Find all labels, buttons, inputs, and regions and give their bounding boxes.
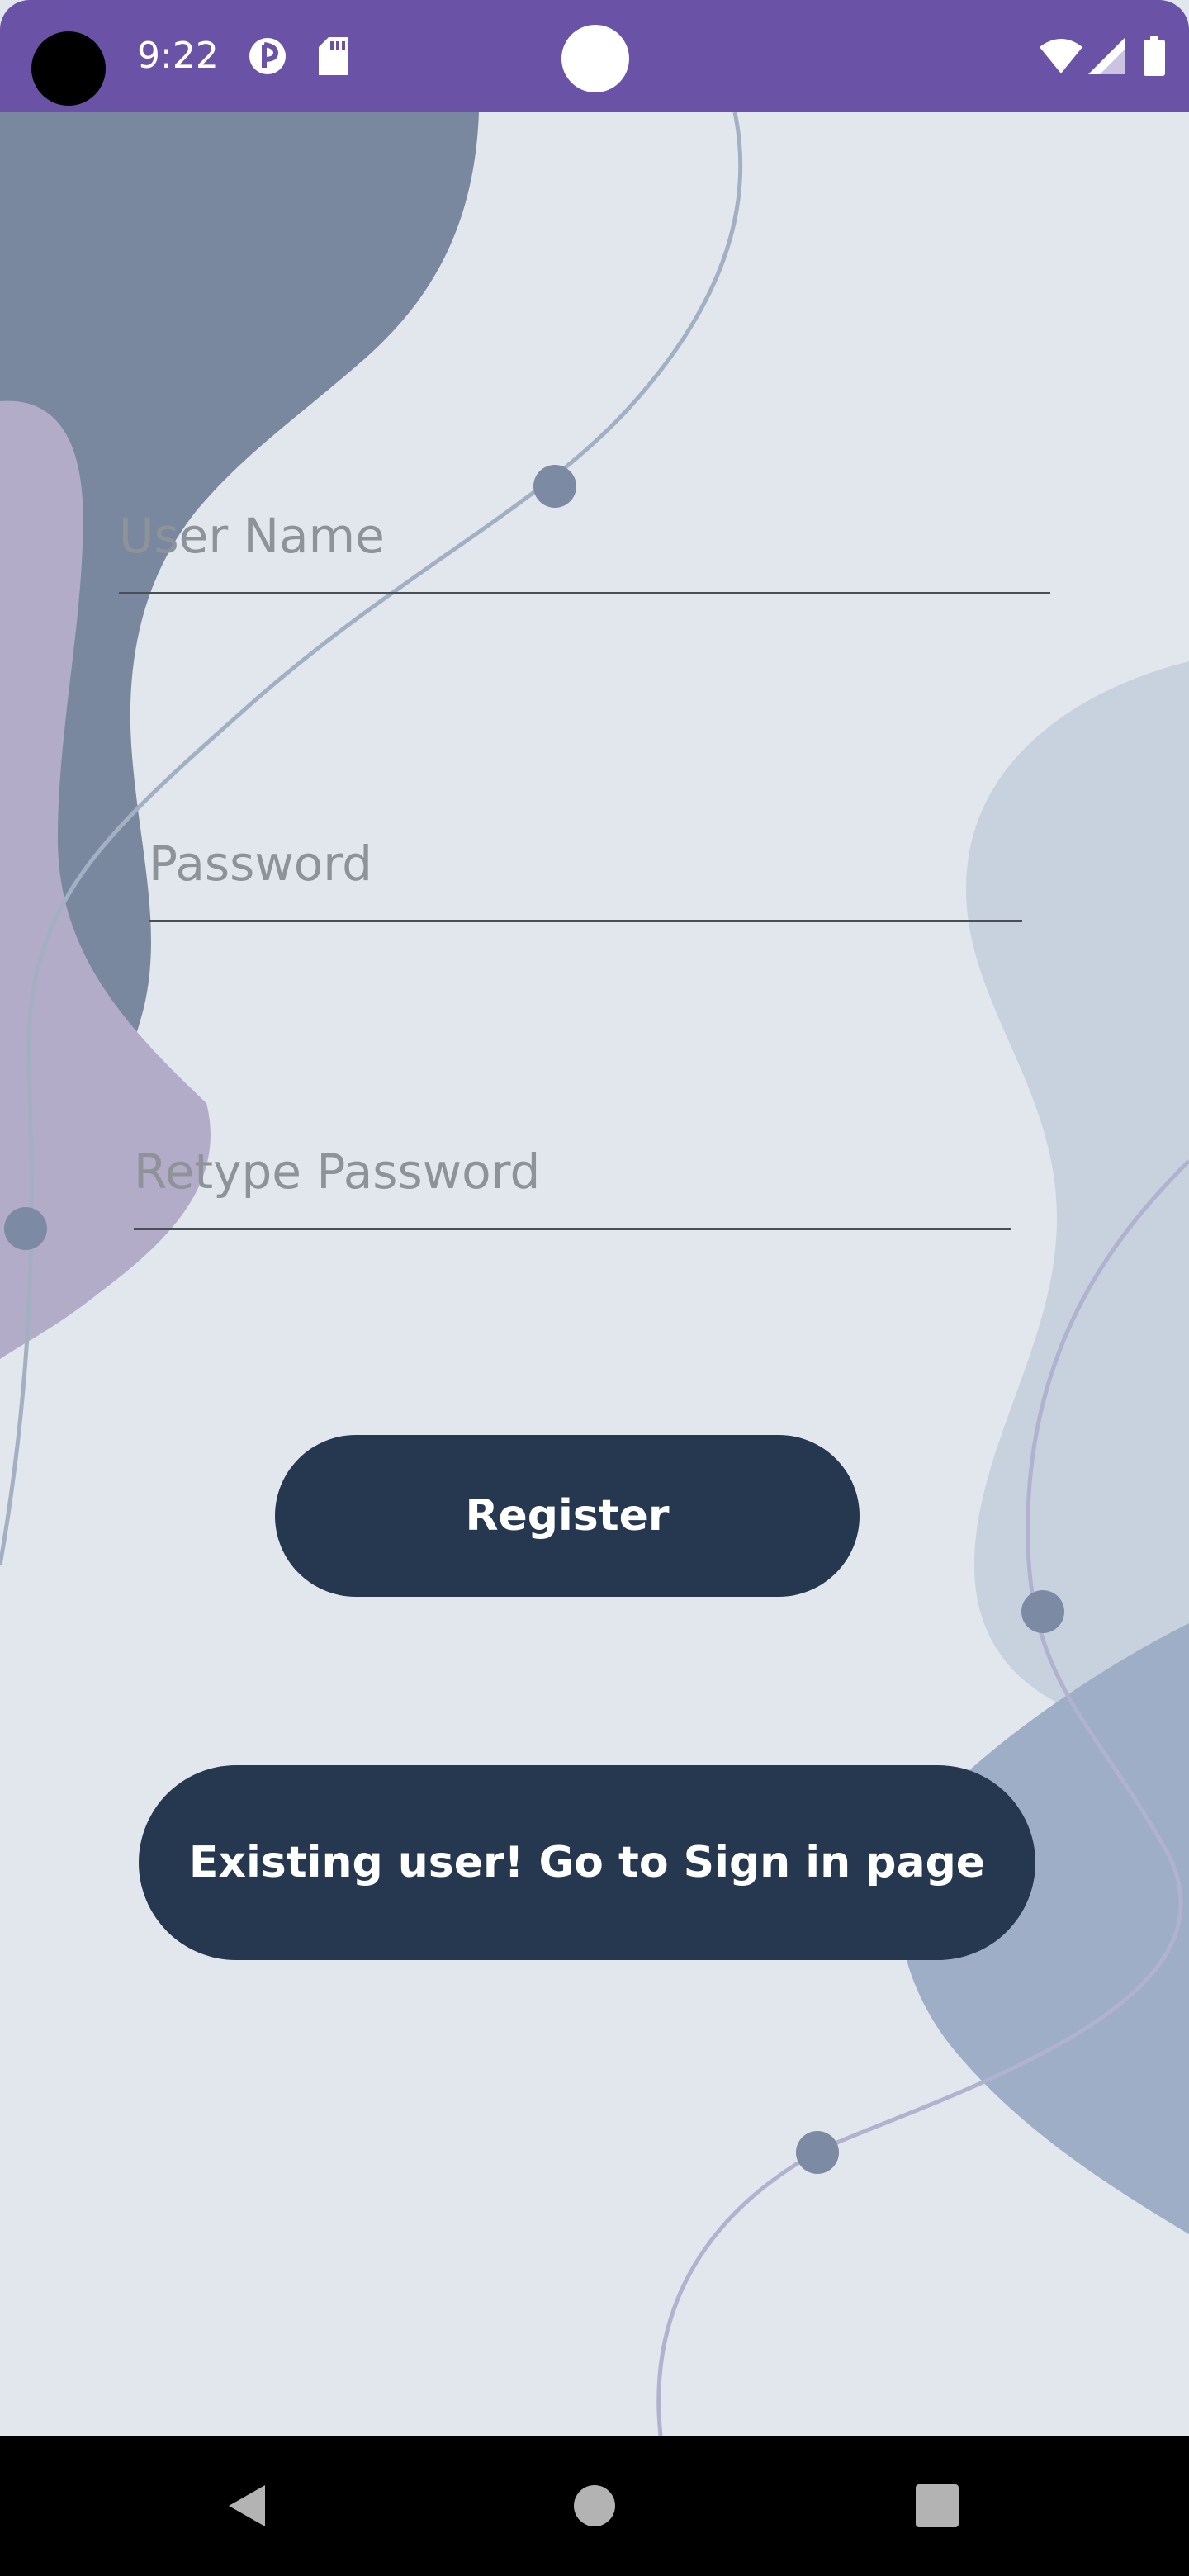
sd-card-icon	[317, 35, 350, 78]
status-time: 9:22	[137, 35, 219, 77]
password-placeholder: Password	[149, 836, 372, 892]
background-dot-3	[1021, 1590, 1064, 1633]
background-dot-4	[796, 2131, 839, 2174]
data-saver-icon	[248, 35, 287, 78]
background-dot-2	[4, 1207, 47, 1250]
username-field[interactable]: User Name	[119, 462, 1050, 594]
battery-icon	[1143, 35, 1166, 78]
register-button[interactable]: Register	[275, 1435, 860, 1597]
recents-icon	[916, 2484, 959, 2527]
home-button[interactable]	[528, 2436, 661, 2576]
camera-cutout	[31, 31, 106, 106]
recents-button[interactable]	[871, 2436, 1003, 2576]
status-bar: 9:22	[0, 0, 1189, 112]
back-button[interactable]	[182, 2436, 314, 2576]
back-icon	[229, 2485, 265, 2526]
notification-dot	[561, 25, 629, 92]
username-placeholder: User Name	[119, 508, 385, 564]
retype-password-placeholder: Retype Password	[134, 1144, 541, 1200]
home-icon	[574, 2485, 615, 2526]
retype-password-field[interactable]: Retype Password	[134, 1098, 1011, 1230]
signal-icon	[1088, 35, 1125, 78]
navigation-bar	[0, 2436, 1189, 2576]
sign-in-button[interactable]: Existing user! Go to Sign in page	[139, 1765, 1035, 1960]
wifi-icon	[1039, 35, 1083, 78]
password-field[interactable]: Password	[149, 793, 1022, 922]
background-art	[0, 112, 1189, 2436]
